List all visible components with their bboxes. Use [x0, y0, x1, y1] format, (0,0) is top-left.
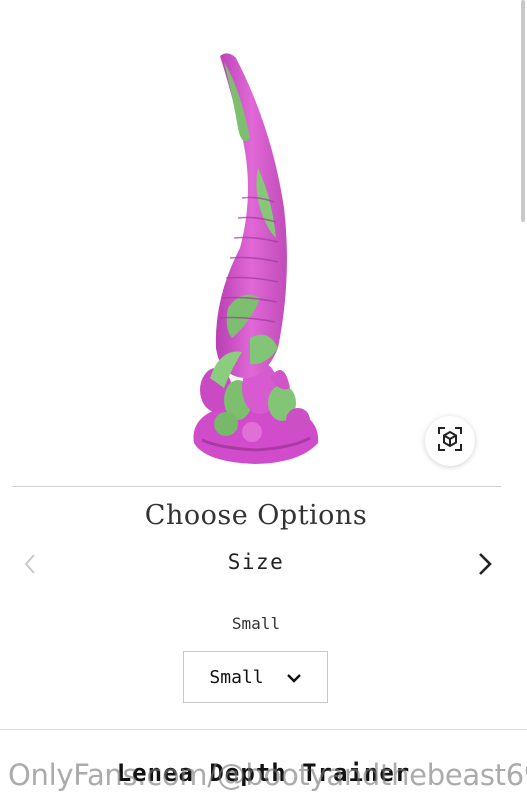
product-image: [180, 48, 330, 468]
options-title: Choose Options: [144, 500, 368, 531]
divider: [0, 729, 527, 730]
ar-cube-icon: [436, 425, 464, 457]
selected-value-label: Small: [231, 614, 281, 633]
divider: [12, 486, 501, 487]
next-option-button[interactable]: [472, 550, 498, 582]
scrollbar[interactable]: [521, 0, 525, 222]
option-name: Size: [227, 550, 285, 574]
watermark: OnlyFans.com/@bootyandthebeast69: [8, 758, 527, 792]
chevron-right-icon: [477, 551, 493, 581]
size-select[interactable]: Small: [183, 651, 328, 703]
size-select-value: Small: [209, 666, 264, 688]
ar-view-button[interactable]: [425, 416, 475, 466]
chevron-down-icon: [286, 668, 302, 687]
